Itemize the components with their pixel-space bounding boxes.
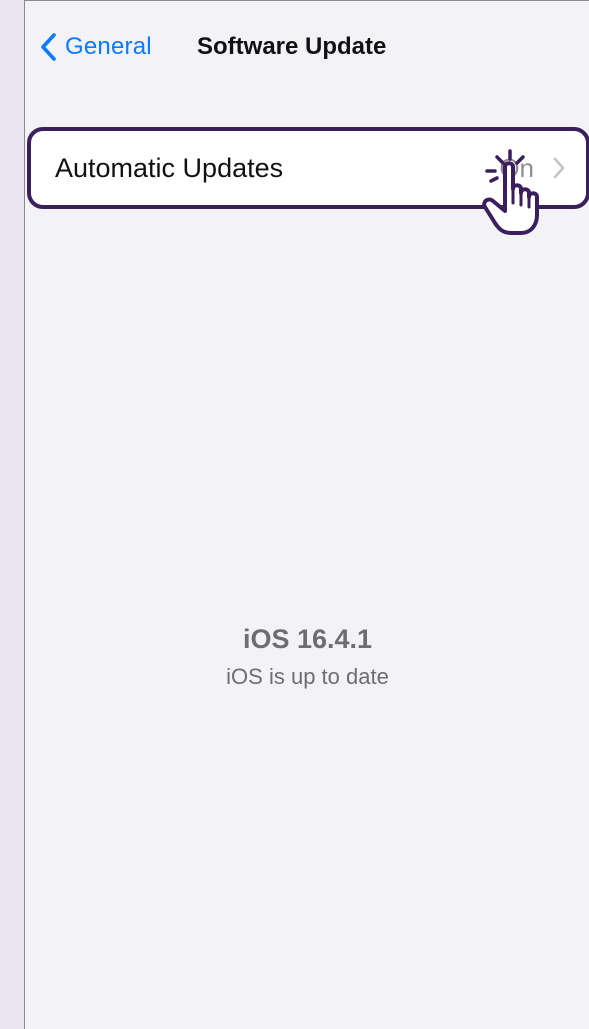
navigation-bar: General Software Update: [25, 21, 589, 73]
page-title: Software Update: [197, 33, 387, 60]
settings-screen: General Software Update Automatic Update…: [24, 0, 589, 1029]
ios-version-title: iOS 16.4.1: [242, 624, 373, 654]
software-version-info: iOS 16.4.1 iOS is up to date: [25, 621, 589, 693]
ios-update-status: iOS is up to date: [226, 664, 389, 689]
back-button[interactable]: General: [39, 27, 152, 67]
screen-stage: General Software Update Automatic Update…: [0, 0, 589, 1029]
automatic-updates-value: On: [499, 153, 534, 183]
chevron-right-icon: [552, 156, 566, 185]
automatic-updates-label: Automatic Updates: [55, 153, 284, 183]
automatic-updates-row[interactable]: Automatic Updates On: [27, 127, 589, 209]
back-button-label: General: [65, 33, 152, 60]
chevron-left-icon: [39, 32, 57, 62]
